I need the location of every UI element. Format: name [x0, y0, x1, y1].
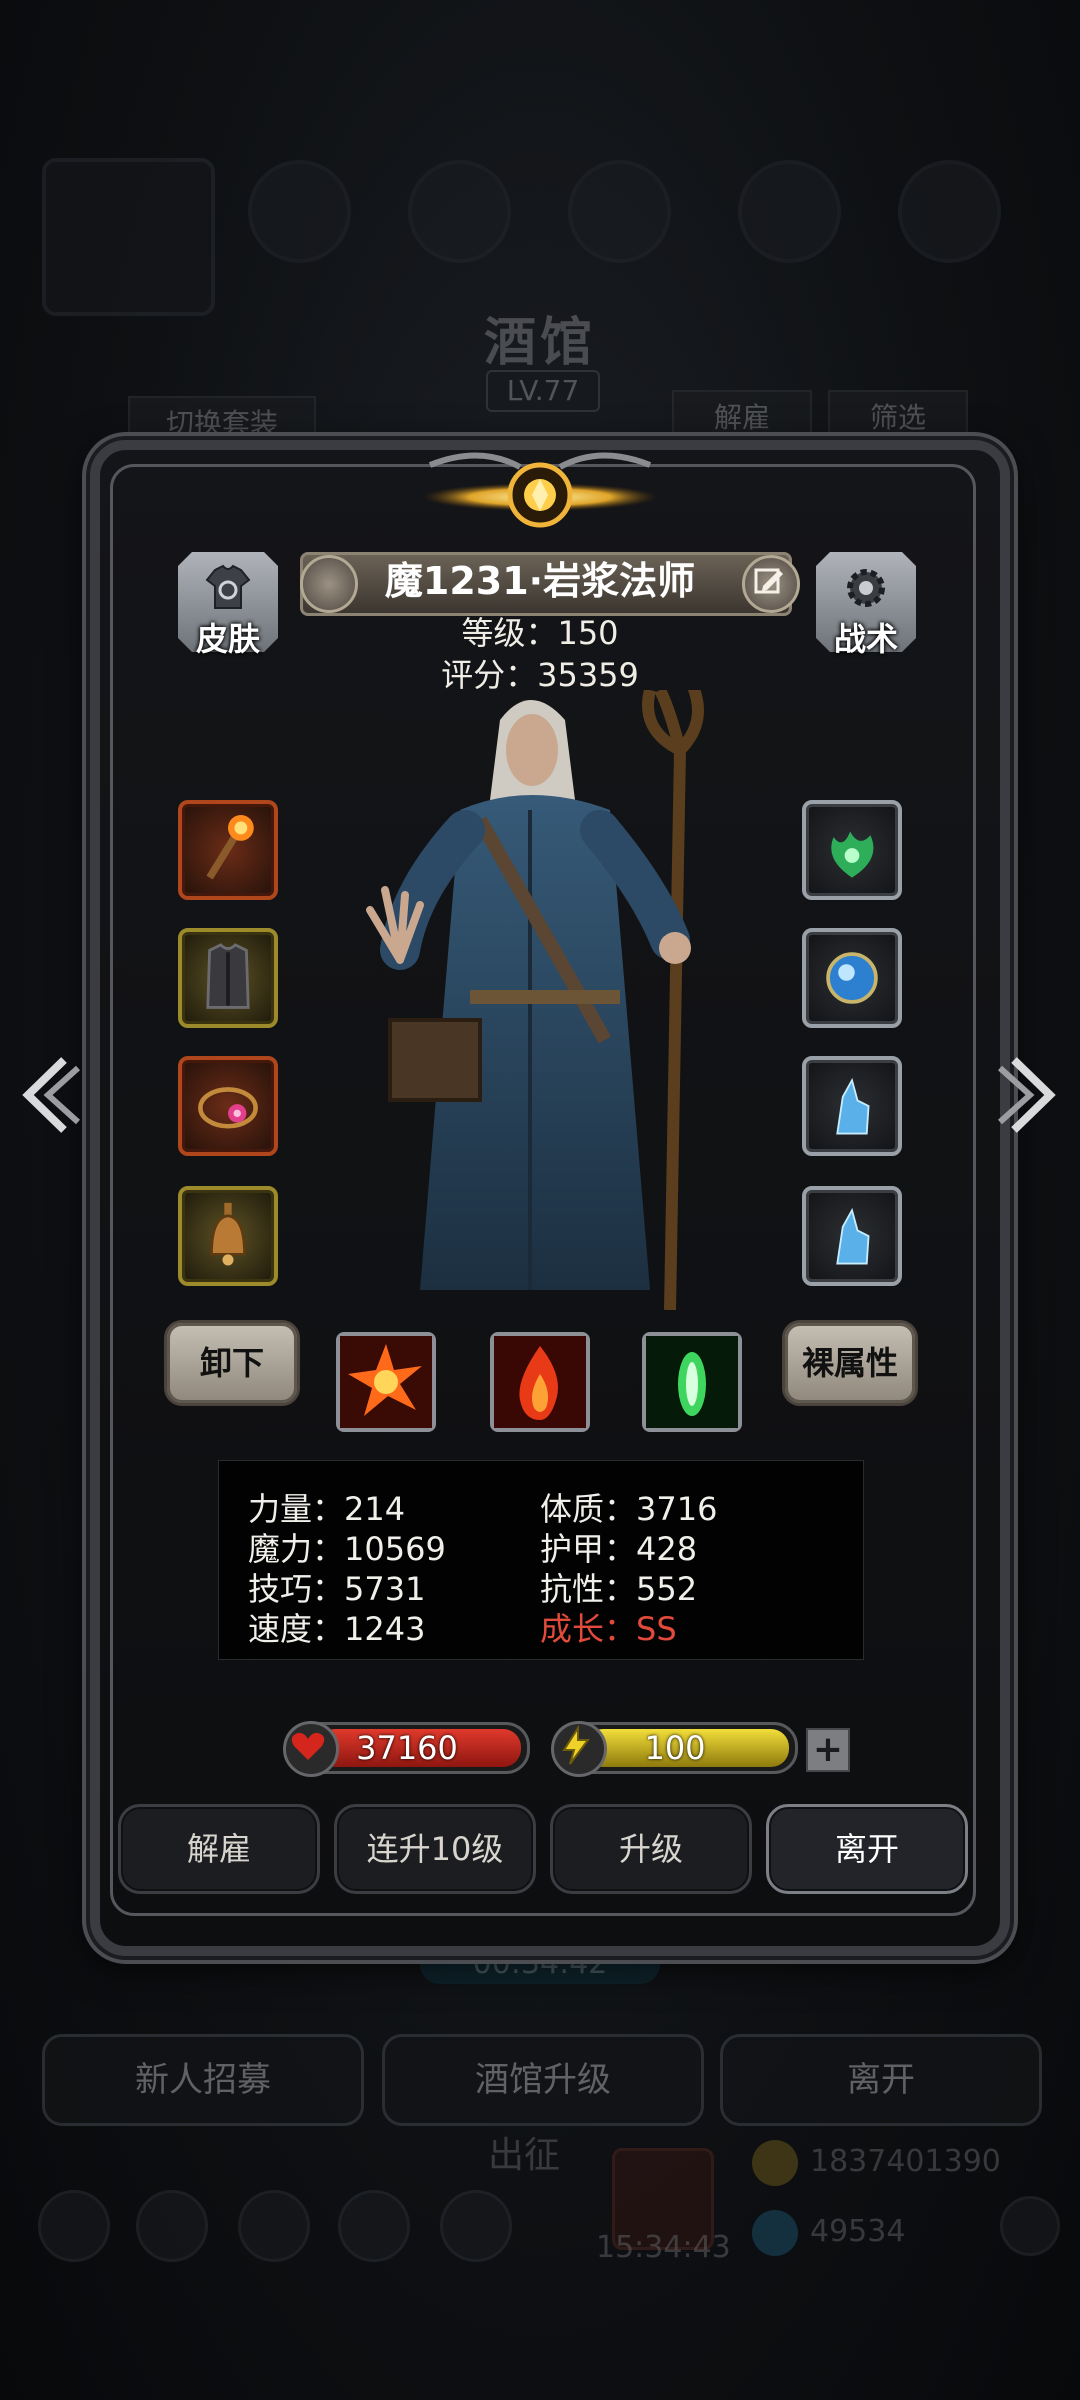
skin-button[interactable]: 皮肤 [178, 552, 278, 660]
bare-attributes-button[interactable]: 裸属性 [782, 1320, 918, 1406]
background-avatar-slot [408, 160, 511, 263]
tactics-label: 战术 [833, 620, 898, 658]
equipment-slot-crystal[interactable] [802, 1056, 902, 1156]
level-up-10-button[interactable]: 连升10级 [334, 1804, 536, 1894]
expedition-label: 出征 [488, 2135, 561, 2176]
gem-amount: 49534 [810, 2214, 906, 2249]
unequip-button[interactable]: 卸下 [164, 1320, 300, 1406]
background-dismiss-tab: 解雇 [672, 390, 812, 446]
shirt-icon [205, 564, 251, 609]
dismiss-button[interactable]: 解雇 [118, 1804, 320, 1894]
equipment-slot-trinket[interactable] [178, 1186, 278, 1286]
bell-talisman-icon [210, 1202, 246, 1266]
hp-bar: 37160 [283, 1721, 530, 1777]
equipment-slot-crystal[interactable] [802, 1186, 902, 1286]
fire-burst-icon [340, 1336, 432, 1428]
previous-hero-arrow-icon[interactable] [14, 1050, 84, 1140]
gold-coin-icon [752, 2140, 798, 2186]
upgrade-tavern-button: 酒馆升级 [382, 2034, 704, 2126]
background-filter-tab: 筛选 [828, 390, 968, 446]
background-title: 酒馆 [483, 312, 596, 373]
equipment-slot-spirit[interactable] [802, 800, 902, 900]
skin-label: 皮肤 [195, 620, 260, 658]
edit-name-icon[interactable] [742, 555, 800, 613]
hero-level: 等级：150 [461, 614, 619, 652]
menu-icon [440, 2190, 512, 2262]
menu-icon [136, 2190, 208, 2262]
background-avatar-slot [248, 160, 351, 263]
hero-figure [366, 690, 704, 1310]
add-icon [1000, 2196, 1060, 2256]
add-energy-button[interactable]: + [806, 1728, 850, 1772]
ice-crystal-icon [836, 1077, 870, 1135]
stat-growth: 成长：SS [540, 1610, 677, 1648]
green-light-icon [646, 1336, 738, 1428]
dark-armor-icon [206, 943, 250, 1009]
equipment-slot-orb[interactable] [802, 928, 902, 1028]
background-avatar-slot [738, 160, 841, 263]
recruit-button: 新人招募 [42, 2034, 364, 2126]
leave-button[interactable]: 离开 [766, 1804, 968, 1894]
skill-slot[interactable] [336, 1332, 436, 1432]
background-hero-portrait [42, 158, 215, 316]
background-level: LV.77 [486, 370, 600, 412]
ice-crystal-icon [836, 1207, 870, 1265]
hero-name: 魔1231·岩浆法师 [384, 559, 696, 603]
background-avatar-slot [568, 160, 671, 263]
equipment-slot-armor[interactable] [178, 928, 278, 1028]
background-avatar-slot [898, 160, 1001, 263]
hp-value: 37160 [356, 1729, 458, 1767]
menu-icon [238, 2190, 310, 2262]
tactics-button[interactable]: 战术 [816, 552, 916, 660]
stat-speed: 速度：1243 [248, 1610, 426, 1648]
flame-icon [494, 1336, 586, 1428]
gold-amount: 1837401390 [810, 2144, 1001, 2179]
gift-timer: 15:34:43 [596, 2230, 731, 2265]
menu-icon [38, 2190, 110, 2262]
skill-slot[interactable] [642, 1332, 742, 1432]
equipment-slot-accessory[interactable] [178, 1056, 278, 1156]
fire-staff-icon [206, 815, 254, 880]
gem-amulet-icon [198, 1087, 258, 1129]
green-spirit-icon [831, 831, 874, 878]
background-leave-button: 离开 [720, 2034, 1042, 2126]
gear-icon [847, 569, 885, 607]
blue-orb-icon [826, 952, 878, 1004]
menu-icon [338, 2190, 410, 2262]
energy-bar: 100 [551, 1721, 798, 1777]
crest-emblem-icon [422, 452, 658, 528]
upgrade-button[interactable]: 升级 [550, 1804, 752, 1894]
equipment-slot-weapon[interactable] [178, 800, 278, 900]
skill-slot[interactable] [490, 1332, 590, 1432]
energy-value: 100 [644, 1729, 706, 1767]
next-hero-arrow-icon[interactable] [994, 1050, 1064, 1140]
gem-icon [752, 2210, 798, 2256]
